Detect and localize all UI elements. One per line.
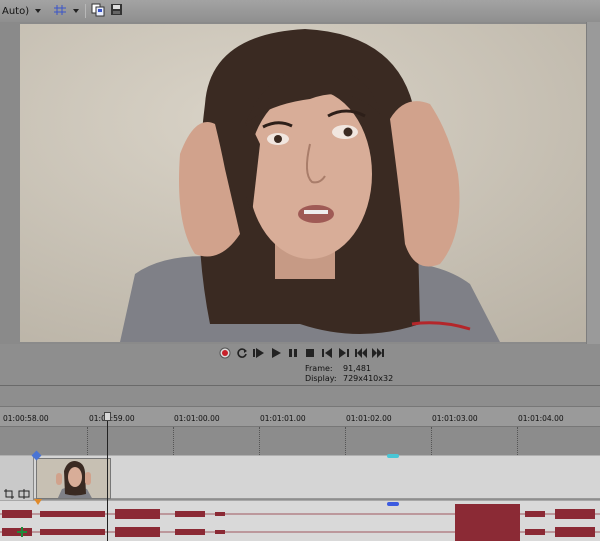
loop-icon [236, 344, 248, 363]
go-end-icon [371, 344, 385, 363]
audio-waveform [0, 504, 600, 541]
ruler-tick-label: 01:01:02.00 [346, 414, 392, 423]
playhead-handle[interactable] [104, 412, 111, 421]
region-marker[interactable] [387, 454, 399, 458]
stop-icon [304, 344, 316, 363]
transport-bar [0, 344, 600, 362]
pause-button[interactable] [285, 345, 301, 361]
video-frame [20, 24, 586, 342]
ruler-tick-label: 01:01:01.00 [260, 414, 306, 423]
copy-frame-button[interactable] [90, 3, 106, 19]
chevron-down-icon [73, 9, 80, 13]
display-label: Display: [305, 374, 337, 383]
video-clip-previous[interactable] [0, 456, 34, 500]
pane-divider[interactable] [0, 385, 600, 386]
stop-button[interactable] [302, 345, 318, 361]
record-button[interactable] [217, 345, 233, 361]
next-frame-icon [338, 344, 350, 363]
video-clip-thumbnail[interactable] [36, 458, 111, 499]
audio-fx-icon[interactable] [16, 523, 28, 541]
save-snapshot-button[interactable] [108, 3, 124, 19]
play-icon [270, 344, 282, 363]
grid-icon [53, 4, 67, 19]
ruler-tick-label: 01:01:04.00 [518, 414, 564, 423]
next-frame-button[interactable] [336, 345, 352, 361]
prev-frame-button[interactable] [319, 345, 335, 361]
preview-image [20, 24, 586, 342]
save-snapshot-icon [110, 3, 123, 19]
video-preview-pane [0, 22, 600, 344]
play-from-start-icon [252, 344, 266, 363]
frame-value: 91,481 [343, 364, 371, 373]
timeline-ruler[interactable]: 01:00:58.00 01:00:59.00 01:01:00.00 01:0… [0, 407, 600, 427]
play-button[interactable] [268, 345, 284, 361]
pause-icon [287, 344, 299, 363]
video-track[interactable] [0, 455, 600, 500]
loop-button[interactable] [234, 345, 250, 361]
go-end-button[interactable] [370, 345, 386, 361]
frame-label: Frame: [305, 364, 333, 373]
region-marker[interactable] [387, 502, 399, 506]
copy-frame-icon [91, 3, 105, 20]
preview-scroll-strip [586, 22, 600, 344]
preview-toolbar: Auto) [0, 0, 600, 22]
go-start-button[interactable] [353, 345, 369, 361]
ruler-tick-label: 01:00:58.00 [3, 414, 49, 423]
frame-info: Frame: 91,481 Display: 729x410x32 [305, 364, 445, 384]
go-start-icon [354, 344, 368, 363]
ruler-tick-label: 01:01:00.00 [174, 414, 220, 423]
prev-frame-icon [321, 344, 333, 363]
quality-label: Auto) [2, 5, 30, 17]
fade-marker[interactable] [34, 499, 42, 505]
audio-track[interactable] [0, 500, 600, 541]
chevron-down-icon [35, 9, 42, 13]
ruler-tick-label: 01:01:03.00 [432, 414, 478, 423]
overlays-dropdown[interactable] [51, 0, 81, 22]
ruler-tick-label: 01:00:59.00 [89, 414, 135, 423]
record-icon [219, 344, 231, 363]
play-from-start-button[interactable] [251, 345, 267, 361]
quality-dropdown[interactable]: Auto) [0, 0, 43, 22]
toolbar-separator [85, 4, 87, 18]
ruler-lower-band [0, 427, 600, 455]
display-value: 729x410x32 [343, 374, 394, 383]
playhead-cursor[interactable] [107, 414, 108, 541]
